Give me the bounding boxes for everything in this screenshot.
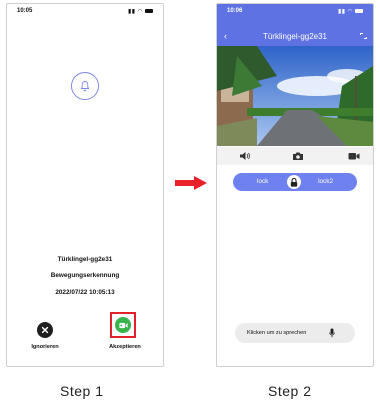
step2-caption: Step 2	[268, 383, 312, 399]
event-timestamp: 2022/07/22 10:05:13	[55, 289, 115, 296]
app-header: 10:06 ▮▮ ◠ ‹ Türklingel-gg2e31	[217, 4, 373, 46]
talk-label: Klicken um zu sprechen	[247, 330, 307, 336]
microphone-icon	[329, 328, 335, 338]
status-time: 10:06	[227, 8, 243, 14]
device-name: Türklingel-gg2e31	[57, 256, 113, 263]
live-view-screen: 10:06 ▮▮ ◠ ‹ Türklingel-gg2e31 lock lock…	[216, 3, 374, 367]
fullscreen-icon[interactable]	[360, 33, 367, 39]
lock-controls: lock lock2	[233, 173, 357, 191]
status-time: 10:05	[17, 8, 33, 14]
status-bar: 10:06 ▮▮ ◠	[217, 4, 373, 18]
camera-feed-image	[217, 46, 373, 146]
event-type: Bewegungserkennung	[50, 272, 120, 279]
close-icon	[41, 326, 49, 334]
battery-icon	[355, 9, 363, 14]
arrow-right-icon	[175, 176, 207, 190]
battery-icon	[145, 9, 153, 14]
incoming-call-screen: 10:05 ▮▮ ◠ Türklingel-gg2e31 Bewegungser…	[6, 3, 164, 367]
video-toolbar	[217, 147, 373, 165]
video-camera-icon	[118, 322, 128, 328]
lock1-button[interactable]: lock	[257, 178, 268, 185]
decline-button[interactable]	[37, 322, 53, 338]
page-title: Türklingel-gg2e31	[262, 32, 328, 41]
accept-button[interactable]	[110, 312, 136, 338]
video-record-icon[interactable]	[348, 151, 360, 161]
talk-button[interactable]: Klicken um zu sprechen	[235, 323, 355, 343]
lock-icon[interactable]	[287, 175, 301, 189]
bell-icon	[71, 72, 99, 100]
accept-circle	[115, 317, 131, 333]
step1-caption: Step 1	[60, 383, 104, 399]
speaker-icon[interactable]	[239, 151, 251, 161]
status-bar: 10:05 ▮▮ ◠	[7, 4, 163, 18]
decline-label: Ignorieren	[31, 344, 59, 350]
system-icons: ▮▮ ◠	[128, 8, 153, 15]
system-icons: ▮▮ ◠	[338, 8, 363, 15]
lock2-button[interactable]: lock2	[318, 178, 333, 185]
live-video[interactable]	[217, 46, 373, 146]
camera-icon[interactable]	[292, 151, 304, 161]
accept-label: Akzeptieren	[109, 344, 141, 350]
